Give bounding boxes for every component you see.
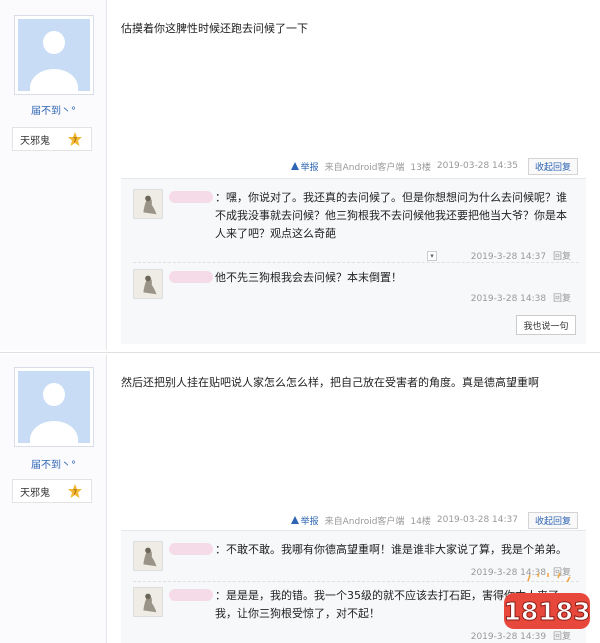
rank-name: 天邪鬼: [20, 487, 50, 499]
reply-username[interactable]: [169, 271, 213, 283]
post-floor-13: 届不到丶° 天邪鬼 7 估摸着你这脾性时候还跑去问候了一下 举报 来自Andro…: [0, 0, 600, 350]
floor-number: 14楼: [410, 516, 431, 527]
reply-avatar[interactable]: [133, 269, 163, 299]
svg-text:7: 7: [73, 489, 77, 497]
reply-time: 2019-3-28 14:37: [470, 252, 547, 262]
client-source: 来自Android客户端: [324, 516, 405, 527]
post-time: 2019-03-28 14:35: [436, 161, 518, 171]
reply-username[interactable]: [169, 589, 213, 601]
reply-meta: 2019-3-28 14:37 回复: [471, 249, 571, 262]
avatar[interactable]: [14, 367, 94, 447]
post-tail: 举报 来自Android客户端 13楼 2019-03-28 14:35 收起回…: [290, 157, 578, 175]
reply-text: ：嘿，你说对了。我还真的去问候了。但是你想想问为什么去问候呢？谁不成我没事就去问…: [215, 191, 567, 240]
report-icon: [290, 162, 299, 170]
username[interactable]: 届不到丶°: [0, 102, 107, 117]
reply-item: ：嘿，你说对了。我还真的去问候了。但是你想想问为什么去问候呢？谁不成我没事就去问…: [133, 189, 579, 262]
reply-meta: 2019-3-28 14:38 回复: [471, 291, 571, 304]
report-link[interactable]: 举报: [290, 514, 319, 527]
site-logo-watermark: 18183: [503, 573, 591, 629]
rank-badge[interactable]: 天邪鬼 7: [12, 127, 92, 151]
post-time: 2019-03-28 14:37: [436, 515, 518, 525]
reply-username[interactable]: [169, 543, 213, 555]
level-badge-icon: 7: [68, 132, 82, 146]
reply-username[interactable]: [169, 191, 213, 203]
expand-dropdown-icon[interactable]: ▾: [427, 251, 437, 261]
collapse-replies-button[interactable]: 收起回复: [527, 157, 578, 175]
reply-link[interactable]: 回复: [553, 252, 571, 262]
reply-avatar[interactable]: [133, 189, 163, 219]
reply-item: 他不先三狗根我会去问候？本末倒置！ 2019-3-28 14:38 回复: [133, 269, 579, 305]
report-icon: [290, 516, 299, 524]
reply-text: 他不先三狗根我会去问候？本末倒置！: [215, 271, 402, 284]
rank-name: 天邪鬼: [20, 135, 50, 147]
floor-number: 13楼: [410, 162, 431, 173]
add-reply-button[interactable]: 我也说一句: [516, 315, 576, 335]
level-badge-icon: 7: [68, 484, 82, 498]
floor-divider: [0, 352, 600, 353]
post-content: 估摸着你这脾性时候还跑去问候了一下: [121, 22, 308, 35]
svg-text:7: 7: [73, 137, 77, 145]
report-link[interactable]: 举报: [290, 160, 319, 173]
reply-separator: [133, 262, 579, 263]
svg-text:18183: 18183: [504, 597, 591, 626]
reply-avatar[interactable]: [133, 541, 163, 571]
post-tail: 举报 来自Android客户端 14楼 2019-03-28 14:37 收起回…: [290, 511, 578, 529]
username[interactable]: 届不到丶°: [0, 456, 107, 471]
reply-time: 2019-3-28 14:38: [470, 294, 547, 304]
rank-badge[interactable]: 天邪鬼 7: [12, 479, 92, 503]
reply-panel: ：嘿，你说对了。我还真的去问候了。但是你想想问为什么去问候呢？谁不成我没事就去问…: [121, 178, 586, 344]
reply-text: ：不敢不敢。我哪有你德高望重啊！谁是谁非大家说了算，我是个弟弟。: [215, 543, 567, 556]
collapse-replies-button[interactable]: 收起回复: [527, 511, 578, 529]
avatar[interactable]: [14, 15, 94, 95]
post-content: 然后还把别人挂在贴吧说人家怎么怎么样，把自己放在受害者的角度。真是德高望重啊: [121, 376, 539, 389]
reply-avatar[interactable]: [133, 587, 163, 617]
client-source: 来自Android客户端: [324, 162, 405, 173]
reply-link[interactable]: 回复: [553, 294, 571, 304]
